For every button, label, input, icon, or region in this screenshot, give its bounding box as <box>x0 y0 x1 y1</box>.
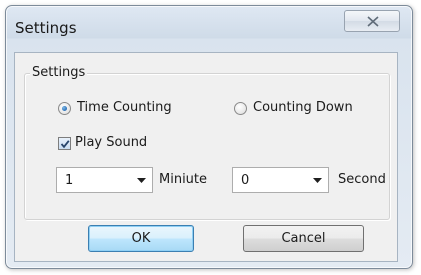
radio-time-counting-label: Time Counting <box>77 100 172 115</box>
minute-select[interactable]: 1 <box>56 167 153 193</box>
dialog-body: Settings Time Counting Counting Down Pla… <box>14 52 398 262</box>
close-icon <box>367 16 379 27</box>
close-button[interactable] <box>344 10 400 32</box>
minute-value: 1 <box>65 173 74 188</box>
minute-unit-label: Miniute <box>159 172 208 187</box>
dialog-title: Settings <box>15 19 77 37</box>
radio-selected-dot <box>62 106 67 111</box>
radio-counting-down-indicator <box>234 102 247 115</box>
chevron-down-icon <box>137 178 146 183</box>
second-select[interactable]: 0 <box>232 167 329 193</box>
settings-dialog: Settings Settings Time Counting Counting… <box>5 5 413 269</box>
radio-counting-down-label: Counting Down <box>253 100 353 115</box>
second-value: 0 <box>241 173 250 188</box>
checkmark-icon <box>60 140 70 149</box>
play-sound-label: Play Sound <box>75 135 148 150</box>
ok-button[interactable]: OK <box>88 225 194 252</box>
cancel-button[interactable]: Cancel <box>243 225 364 252</box>
radio-time-counting-indicator <box>58 102 71 115</box>
group-legend: Settings <box>30 65 88 80</box>
checkbox-box <box>58 137 71 150</box>
second-unit-label: Second <box>338 172 386 187</box>
chevron-down-icon <box>313 178 322 183</box>
